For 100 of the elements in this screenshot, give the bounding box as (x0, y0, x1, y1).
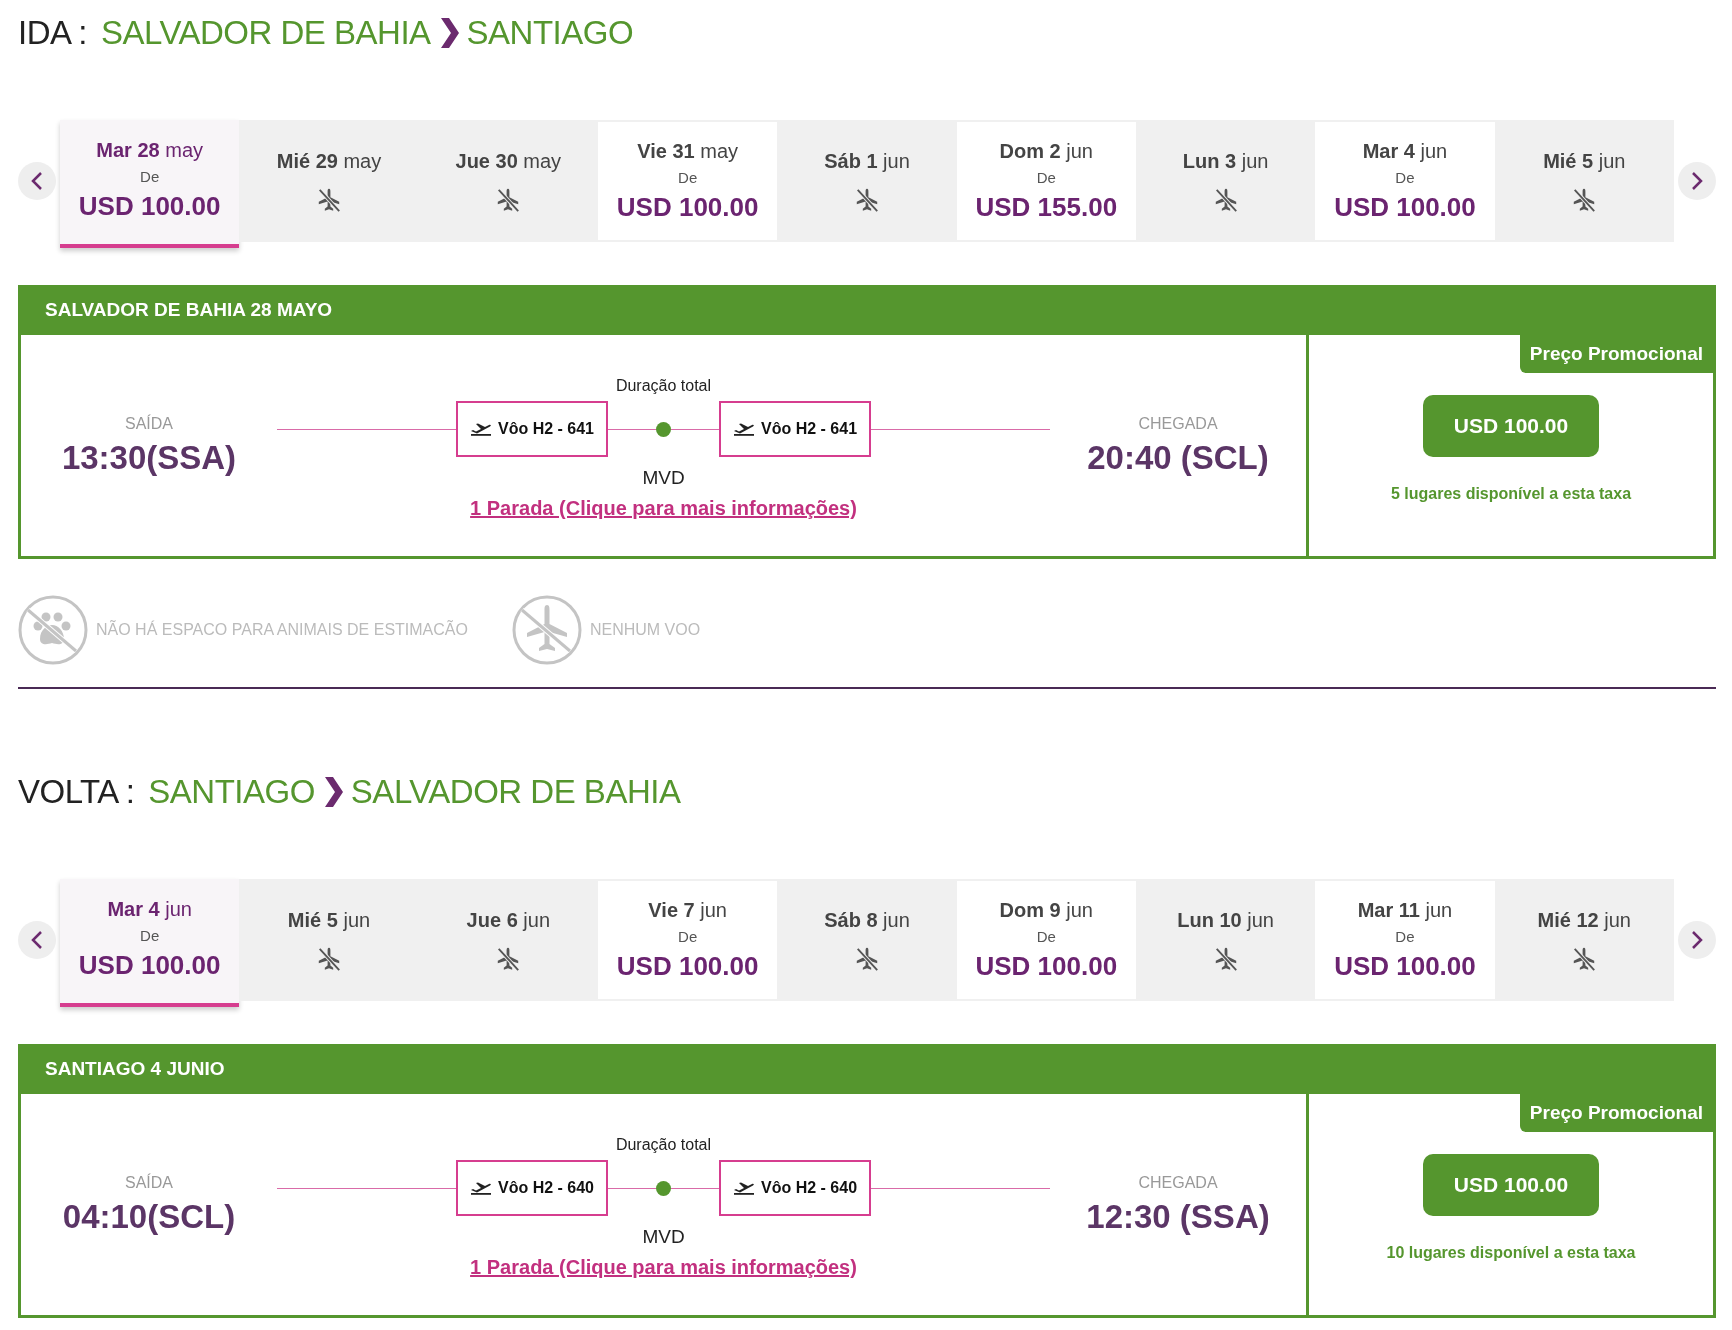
from-label: De (678, 927, 698, 945)
duration-label: Duração total (615, 1136, 712, 1154)
stop-code: MVD (642, 1226, 685, 1248)
departure-time: 04:10(SCL) (62, 1197, 236, 1236)
destination-city: SALVADOR DE BAHIA (350, 773, 681, 811)
card-title: SANTIAGO 4 JUNIO (45, 1058, 225, 1080)
notice-text: NÃO HÁ ESPACO PARA ANIMAIS DE ESTIMACÃO (96, 621, 468, 639)
no-pets-icon (18, 595, 88, 665)
date-tab[interactable]: Mar 11 jun De USD 100.00 (1315, 881, 1495, 999)
stop-dot (656, 1180, 671, 1196)
date-price: USD 100.00 (616, 191, 759, 223)
stop-dot (656, 421, 671, 437)
date-label: Vie 7 jun (648, 898, 727, 922)
date-label: Mar 4 jun (1362, 139, 1448, 163)
departure-time: 13:30(SSA) (61, 438, 237, 477)
chevron-left-icon (31, 171, 43, 191)
takeoff-icon (469, 422, 492, 436)
date-label: Mié 12 jun (1537, 908, 1631, 932)
date-label: Vie 31 may (637, 139, 739, 163)
date-label: Lun 10 jun (1177, 908, 1274, 932)
date-label: Jue 30 may (455, 149, 562, 173)
duration-label: Duração total (615, 377, 712, 395)
leg-label: VOLTA : (18, 773, 135, 811)
from-label: De (1395, 168, 1415, 186)
destination-city: SANTIAGO (466, 14, 634, 52)
card-title: SALVADOR DE BAHIA 28 MAYO (45, 299, 333, 321)
origin-city: SANTIAGO (148, 773, 315, 811)
chevron-icon (438, 18, 459, 48)
next-button[interactable] (1678, 162, 1716, 200)
date-label: Lun 3 jun (1182, 149, 1269, 173)
date-label: Dom 9 jun (999, 898, 1093, 922)
takeoff-icon (733, 1181, 755, 1195)
date-label: Sáb 1 jun (824, 149, 910, 173)
stop-code: MVD (642, 467, 685, 489)
date-label: Sáb 8 jun (824, 908, 910, 932)
chevron-right-icon (1691, 171, 1703, 191)
price-button[interactable]: USD 100.00 (1423, 395, 1599, 457)
promo-tag: Preço Promocional (1519, 335, 1713, 373)
departure-label: SAÍDA (125, 414, 173, 433)
availability-text: 10 lugares disponível a esta taxa (1386, 1244, 1636, 1262)
availability-text: 5 lugares disponível a esta taxa (1390, 485, 1632, 503)
date-label: Mar 4 jun (107, 897, 192, 921)
date-price: USD 100.00 (1334, 950, 1476, 982)
notice-text: NENHUM VOO (589, 621, 701, 639)
departure-label: SAÍDA (125, 1173, 173, 1192)
date-price: USD 100.00 (616, 950, 759, 982)
chevron-icon (322, 777, 343, 807)
no-flight-icon (316, 945, 342, 972)
takeoff-icon (733, 422, 755, 436)
date-price: USD 100.00 (975, 950, 1118, 982)
from-label: De (1395, 927, 1415, 945)
leg-label: IDA : (18, 14, 88, 52)
origin-city: SALVADOR DE BAHIA (101, 14, 431, 52)
arrival-label: CHEGADA (1138, 414, 1218, 433)
date-label: Mar 28 may (96, 138, 203, 162)
date-tab[interactable]: Dom 2 jun De USD 155.00 (956, 122, 1136, 240)
stops-link[interactable]: 1 Parada (Clique para mais informações) (470, 497, 857, 520)
no-flight-icon (316, 186, 342, 213)
date-price: USD 100.00 (78, 190, 221, 222)
date-price: USD 100.00 (1334, 191, 1476, 223)
date-tab[interactable]: Vie 7 jun De USD 100.00 (598, 881, 778, 999)
no-flight-icon (495, 945, 522, 972)
from-label: De (140, 926, 160, 944)
date-price: USD 100.00 (78, 949, 221, 981)
date-label: Mié 5 jun (287, 908, 371, 932)
takeoff-icon (469, 1181, 492, 1195)
previous-button[interactable] (18, 921, 56, 959)
date-tab[interactable]: Vie 31 may De USD 100.00 (598, 122, 778, 240)
flight-leg[interactable]: Vôo H2 - 640 (719, 1160, 872, 1216)
date-tab[interactable]: Mar 4 jun De USD 100.00 (60, 879, 240, 1007)
arrival-time: 12:30 (SSA) (1086, 1197, 1270, 1236)
date-label: Mié 5 jun (1543, 149, 1626, 173)
stops-link[interactable]: 1 Parada (Clique para mais informações) (470, 1256, 857, 1279)
no-flight-icon (511, 595, 582, 665)
flight-leg[interactable]: Vôo H2 - 641 (719, 401, 872, 457)
from-label: De (1036, 927, 1056, 945)
arrival-time: 20:40 (SCL) (1087, 438, 1269, 477)
arrival-label: CHEGADA (1138, 1173, 1218, 1192)
next-button[interactable] (1678, 921, 1716, 959)
date-price: USD 155.00 (975, 191, 1118, 223)
date-tab[interactable]: Mar 4 jun De USD 100.00 (1315, 122, 1495, 240)
date-tab[interactable]: Mar 28 may De USD 100.00 (60, 120, 240, 248)
no-flight-icon (1571, 186, 1598, 213)
date-label: Mié 29 may (276, 149, 382, 173)
previous-button[interactable] (18, 162, 56, 200)
no-flight-icon (495, 186, 522, 213)
no-flight-icon (1571, 945, 1598, 972)
flight-leg[interactable]: Vôo H2 - 641 (455, 401, 608, 457)
date-tab[interactable]: Dom 9 jun De USD 100.00 (956, 881, 1136, 999)
date-label: Dom 2 jun (999, 139, 1093, 163)
promo-tag: Preço Promocional (1519, 1094, 1713, 1132)
date-label: Mar 11 jun (1357, 898, 1453, 922)
date-label: Jue 6 jun (466, 908, 550, 932)
from-label: De (678, 168, 698, 186)
chevron-left-icon (31, 930, 43, 950)
chevron-right-icon (1691, 930, 1703, 950)
from-label: De (1036, 168, 1056, 186)
flight-leg[interactable]: Vôo H2 - 640 (455, 1160, 608, 1216)
from-label: De (140, 167, 160, 185)
price-button[interactable]: USD 100.00 (1423, 1154, 1599, 1216)
